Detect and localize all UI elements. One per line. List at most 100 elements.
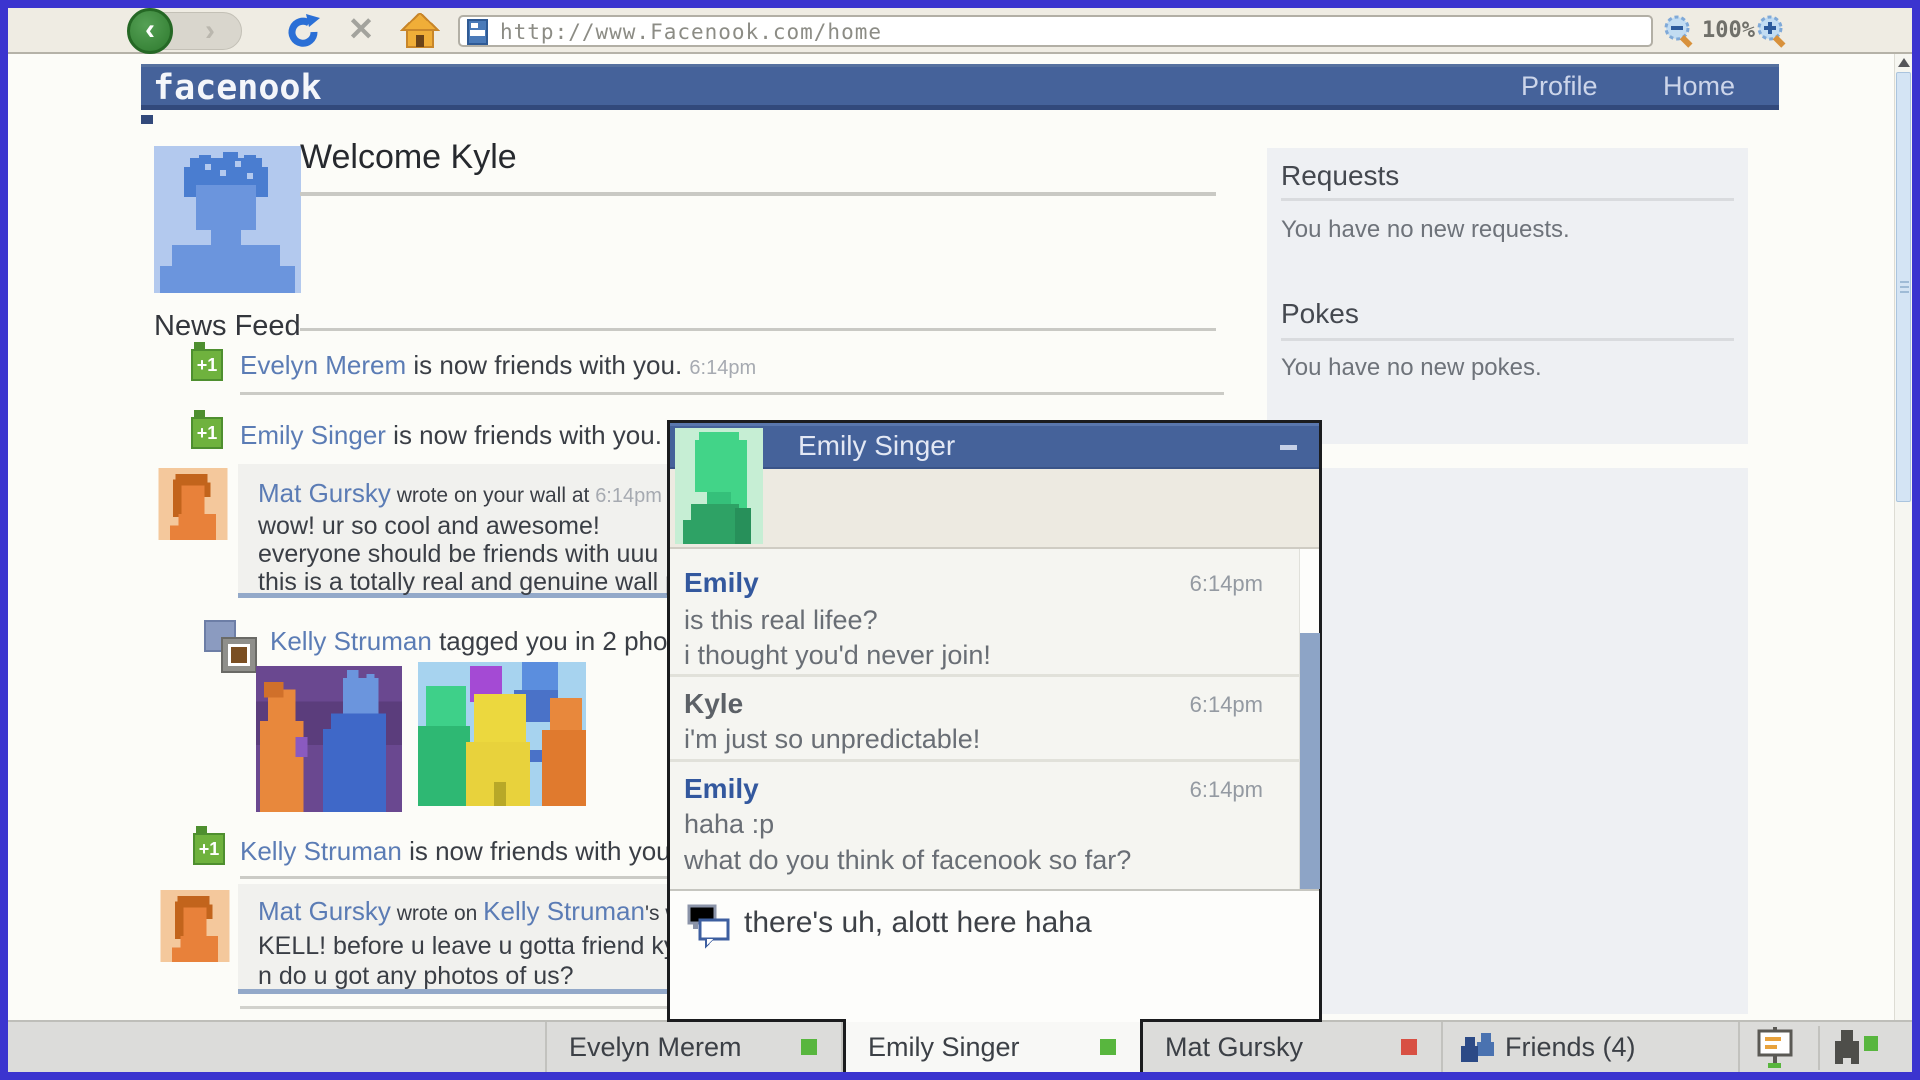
scrollbar-up-arrow-icon[interactable] bbox=[1898, 58, 1910, 67]
profile-link[interactable]: Kelly Struman bbox=[240, 836, 402, 866]
chat-message: Emily 6:14pm is this real lifee? i thoug… bbox=[670, 549, 1299, 677]
busy-status-indicator bbox=[1401, 1039, 1417, 1055]
mat-gursky-avatar[interactable] bbox=[160, 890, 230, 967]
divider bbox=[1281, 338, 1734, 341]
profile-link[interactable]: Mat Gursky bbox=[258, 896, 391, 926]
back-button[interactable]: ‹ bbox=[127, 8, 173, 54]
chat-message-list: Emily 6:14pm is this real lifee? i thoug… bbox=[670, 549, 1320, 889]
tagged-photo-2[interactable] bbox=[418, 658, 586, 811]
pokes-empty-text: You have no new pokes. bbox=[1281, 354, 1542, 381]
sidebar-empty-panel bbox=[1267, 468, 1748, 1014]
message-time: 6:14pm bbox=[1189, 571, 1263, 596]
divider bbox=[300, 328, 1216, 331]
friend-added-icon: +1 bbox=[191, 342, 223, 381]
chat-window-border bbox=[667, 1019, 846, 1022]
kyle-avatar-image bbox=[154, 146, 301, 293]
chat-tab-label: Emily Singer bbox=[868, 1032, 1020, 1062]
home-icon bbox=[399, 11, 441, 48]
refresh-button[interactable] bbox=[284, 12, 322, 50]
stop-icon: ✕ bbox=[347, 11, 375, 47]
chat-header-strip bbox=[670, 469, 1319, 549]
profile-link[interactable]: Evelyn Merem bbox=[240, 350, 406, 380]
chat-titlebar[interactable]: Emily Singer bbox=[670, 423, 1319, 469]
chat-title: Emily Singer bbox=[798, 430, 956, 461]
stop-button[interactable]: ✕ bbox=[342, 10, 380, 48]
profile-link[interactable]: Kelly Struman bbox=[483, 896, 645, 926]
timestamp: 6:14pm bbox=[595, 485, 662, 507]
friends-list-button[interactable]: Friends (4) bbox=[1443, 1022, 1740, 1072]
friends-icon bbox=[1459, 1031, 1497, 1070]
zoom-level: 100% bbox=[1702, 18, 1755, 43]
facenook-header: facenook Profile Home bbox=[141, 64, 1779, 110]
browser-toolbar: ‹ › ✕ http://www.Facenook.com/home 100% bbox=[8, 8, 1912, 54]
wall-post-line: wow! ur so cool and awesome! bbox=[258, 512, 600, 540]
timestamp: 6:14pm bbox=[689, 357, 757, 379]
photo-1-image bbox=[256, 666, 402, 812]
url-text: http://www.Facenook.com/home bbox=[500, 20, 883, 44]
chat-input-text[interactable]: there's uh, alott here haha bbox=[744, 906, 1092, 940]
friend-added-icon: +1 bbox=[191, 410, 223, 449]
sender-name: Emily bbox=[684, 773, 759, 804]
feed-item-friend: Emily Singer is now friends with you. 6:… bbox=[240, 420, 736, 451]
nav-profile[interactable]: Profile bbox=[1521, 71, 1598, 102]
message-line: i'm just so unpredictable! bbox=[684, 724, 981, 754]
page-title: Welcome Kyle bbox=[300, 138, 517, 176]
user-status-icon[interactable] bbox=[1830, 1030, 1880, 1072]
requests-pokes-panel: Requests You have no new requests. Pokes… bbox=[1267, 148, 1748, 444]
chat-tab-label: Evelyn Merem bbox=[569, 1032, 742, 1062]
forward-button[interactable]: › bbox=[193, 15, 227, 49]
facenook-logo[interactable]: facenook bbox=[153, 68, 322, 108]
chat-tab-mat-gursky[interactable]: Mat Gursky bbox=[1143, 1022, 1443, 1072]
pokes-title: Pokes bbox=[1281, 298, 1359, 329]
chat-tab-label: Mat Gursky bbox=[1165, 1032, 1304, 1062]
divider bbox=[240, 392, 1224, 395]
zoom-in-button[interactable] bbox=[1756, 14, 1792, 55]
wall-post-line: n do u got any photos of us? bbox=[258, 962, 574, 990]
mat-avatar-image bbox=[160, 890, 230, 962]
requests-title: Requests bbox=[1281, 160, 1400, 191]
tagged-photo-1[interactable] bbox=[255, 666, 403, 817]
browser-window: ‹ › ✕ http://www.Facenook.com/home 100% … bbox=[0, 0, 1920, 1080]
divider bbox=[1818, 1026, 1820, 1070]
forward-icon: › bbox=[205, 14, 215, 47]
zoom-in-icon bbox=[1757, 15, 1786, 48]
emily-avatar-image bbox=[675, 428, 763, 544]
photo-tag-icon bbox=[204, 620, 260, 681]
scrollbar-thumb[interactable] bbox=[1896, 72, 1911, 502]
news-feed-title: News Feed bbox=[154, 310, 301, 342]
message-line: i thought you'd never join! bbox=[684, 640, 991, 670]
message-line: is this real lifee? bbox=[684, 605, 878, 635]
url-bar[interactable]: http://www.Facenook.com/home bbox=[458, 15, 1653, 47]
profile-link[interactable]: Mat Gursky bbox=[258, 478, 391, 508]
feed-item-friend: Evelyn Merem is now friends with you. 6:… bbox=[240, 350, 757, 380]
emily-avatar bbox=[675, 428, 763, 549]
nav-home[interactable]: Home bbox=[1663, 71, 1735, 102]
home-button[interactable] bbox=[399, 11, 441, 49]
chat-tab-emily-singer[interactable]: Emily Singer bbox=[843, 1022, 1143, 1072]
sender-name: Kyle bbox=[684, 688, 744, 719]
profile-avatar[interactable] bbox=[154, 146, 301, 293]
back-forward-group: ‹ › bbox=[127, 8, 242, 54]
chat-window-border bbox=[1140, 1019, 1322, 1022]
mat-gursky-avatar[interactable] bbox=[158, 468, 228, 545]
profile-link[interactable]: Emily Singer bbox=[240, 420, 386, 450]
minimize-button[interactable] bbox=[1280, 445, 1297, 450]
chat-tab-evelyn-merem[interactable]: Evelyn Merem bbox=[545, 1022, 843, 1072]
page-scrollbar[interactable] bbox=[1894, 54, 1912, 1020]
divider bbox=[300, 192, 1216, 196]
mat-avatar-image bbox=[158, 468, 228, 540]
message-time: 6:14pm bbox=[1189, 777, 1263, 802]
whiteboard-icon[interactable] bbox=[1753, 1027, 1797, 1072]
chat-input-area[interactable]: there's uh, alott here haha bbox=[670, 889, 1319, 1022]
divider bbox=[1281, 198, 1734, 201]
chat-taskbar: Evelyn Merem Emily Singer Mat Gursky Fri… bbox=[8, 1020, 1912, 1072]
zoom-out-icon bbox=[1664, 15, 1693, 48]
profile-link[interactable]: Kelly Struman bbox=[270, 626, 432, 656]
sender-name: Emily bbox=[684, 567, 759, 598]
friends-label: Friends (4) bbox=[1505, 1032, 1636, 1062]
chat-scrollbar-thumb[interactable] bbox=[1300, 633, 1320, 889]
refresh-icon bbox=[288, 14, 320, 47]
zoom-out-button[interactable] bbox=[1663, 14, 1699, 55]
chat-window-emily-singer: Emily Singer Emily 6:14pm is this real l… bbox=[667, 420, 1322, 1022]
chat-scrollbar[interactable] bbox=[1299, 549, 1320, 889]
